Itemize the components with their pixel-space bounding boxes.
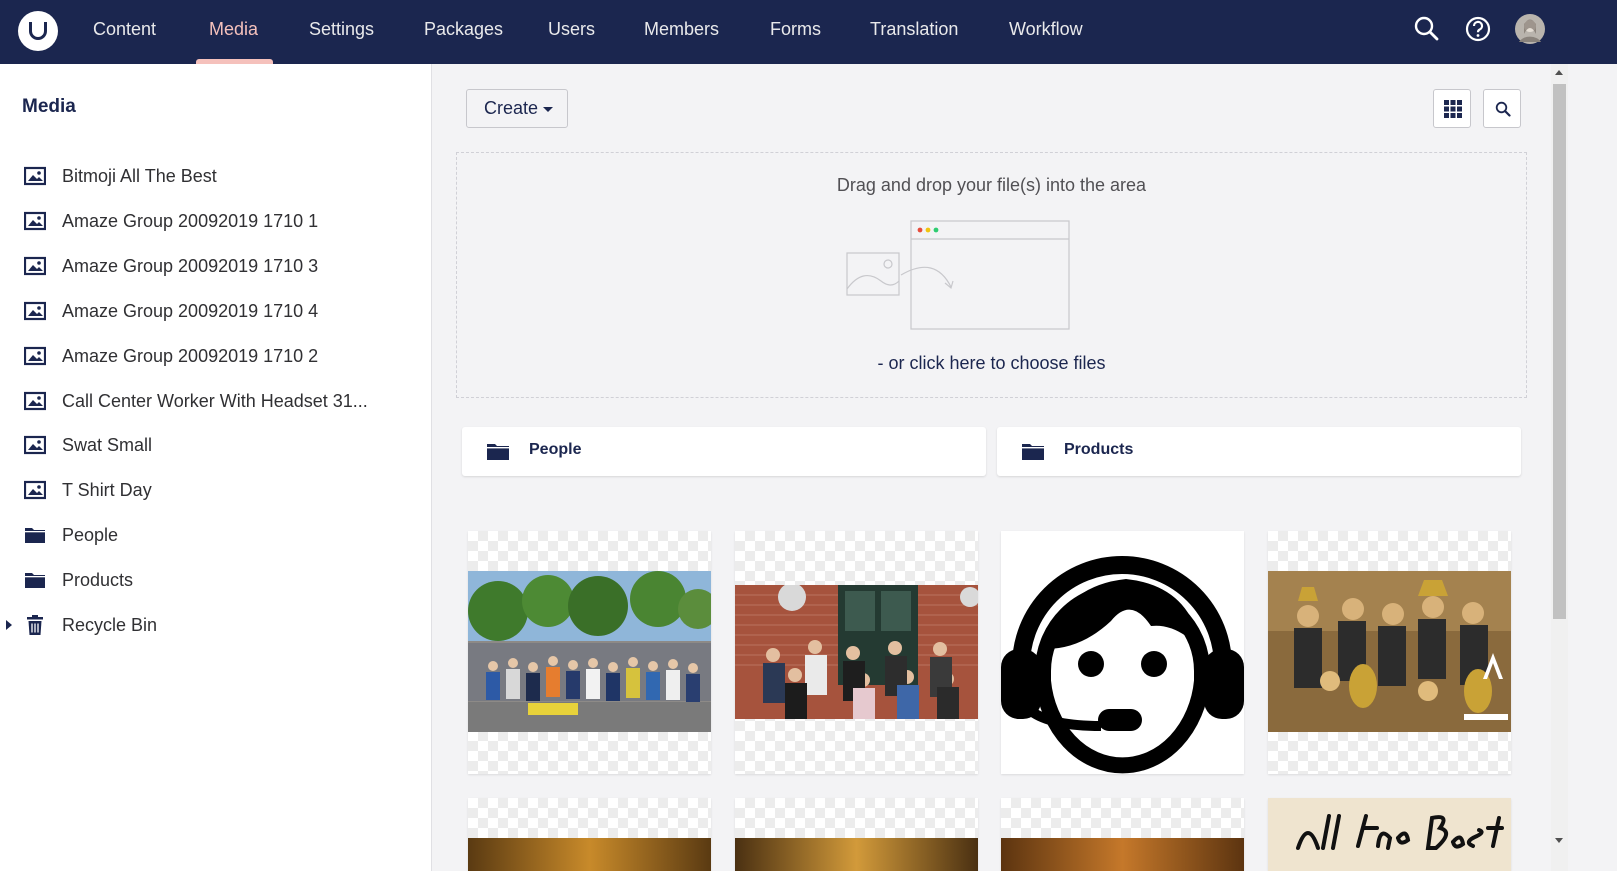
- umbraco-logo[interactable]: [18, 11, 58, 51]
- folder-icon: [1022, 444, 1044, 460]
- media-item-row2-3[interactable]: [1001, 798, 1244, 871]
- image-icon: [24, 346, 46, 365]
- media-item-costume-party[interactable]: [1268, 531, 1511, 774]
- expand-caret-icon[interactable]: [6, 620, 12, 630]
- folder-card-products[interactable]: Products: [997, 427, 1521, 476]
- upload-illustration: [846, 220, 1070, 330]
- grid-icon: [1444, 100, 1462, 118]
- dropzone-instructions: Drag and drop your file(s) into the area: [836, 175, 1147, 195]
- nav-content[interactable]: Content: [93, 0, 156, 64]
- sidebar-item-label: Amaze Group 20092019 1710 3: [62, 255, 319, 276]
- nav-media[interactable]: Media: [209, 0, 258, 64]
- media-item-group-photo[interactable]: [468, 531, 711, 774]
- nav-workflow[interactable]: Workflow: [1009, 0, 1083, 64]
- search-media-button[interactable]: [1483, 89, 1521, 128]
- folder-icon: [25, 528, 45, 544]
- headset-worker-icon: [1001, 556, 1244, 774]
- grid-view-button[interactable]: [1433, 89, 1471, 128]
- image-icon: [24, 481, 46, 500]
- sidebar-item-swat-small[interactable]: Swat Small: [0, 426, 430, 466]
- image-icon: [24, 301, 46, 320]
- image-icon: [24, 391, 46, 410]
- top-navigation: Content Media Settings Packages Users Me…: [0, 0, 1617, 64]
- media-item-all-the-best[interactable]: [1268, 798, 1511, 871]
- sidebar-item-label: T Shirt Day: [62, 480, 152, 501]
- media-item-row2-2[interactable]: [735, 798, 978, 871]
- folder-icon: [25, 573, 45, 589]
- nav-members[interactable]: Members: [644, 0, 719, 64]
- folder-card-people[interactable]: People: [462, 427, 986, 476]
- file-dropzone[interactable]: Drag and drop your file(s) into the area…: [456, 152, 1527, 398]
- search-icon: [1495, 101, 1511, 117]
- sidebar-item-amaze-group-20092019-1710-2[interactable]: Amaze Group 20092019 1710 2: [0, 337, 430, 377]
- group-photo-image: [468, 571, 711, 732]
- caret-down-icon: [543, 107, 553, 112]
- trash-icon: [27, 615, 43, 635]
- sidebar-item-label: People: [62, 525, 119, 546]
- nav-forms[interactable]: Forms: [770, 0, 821, 64]
- nav-settings[interactable]: Settings: [309, 0, 374, 64]
- sidebar-title: Media: [22, 96, 76, 117]
- sidebar-item-label: Call Center Worker With Headset 31...: [62, 390, 368, 411]
- image-thumbnail: [735, 838, 978, 871]
- sidebar-item-amaze-group-20092019-1710-1[interactable]: Amaze Group 20092019 1710 1: [0, 202, 430, 242]
- media-item-team-photo[interactable]: [735, 531, 978, 774]
- sidebar-item-label: Products: [62, 570, 134, 591]
- nav-packages[interactable]: Packages: [424, 0, 503, 64]
- sidebar-item-people[interactable]: People: [0, 516, 430, 556]
- create-button[interactable]: Create: [466, 89, 568, 128]
- folder-icon: [487, 444, 509, 460]
- sidebar-item-label: Bitmoji All The Best: [62, 166, 217, 186]
- sidebar-item-label: Amaze Group 20092019 1710 2: [62, 345, 319, 366]
- scrollbar-thumb[interactable]: [1553, 84, 1566, 619]
- image-thumbnail: [1001, 838, 1244, 871]
- sidebar-item-amaze-group-20092019-1710-4[interactable]: Amaze Group 20092019 1710 4: [0, 292, 430, 332]
- image-icon: [24, 436, 46, 455]
- sidebar-item-label: Amaze Group 20092019 1710 4: [62, 300, 319, 321]
- image-icon: [24, 166, 46, 186]
- scroll-up-arrow-icon[interactable]: [1555, 70, 1563, 75]
- sidebar-item-t-shirt-day[interactable]: T Shirt Day: [0, 471, 430, 511]
- team-photo-image: [735, 585, 978, 719]
- help-icon[interactable]: [1463, 14, 1493, 44]
- all-the-best-image: [1268, 798, 1511, 871]
- sidebar-item-call-center-worker-with-headset-31[interactable]: Call Center Worker With Headset 31...: [0, 382, 430, 422]
- sidebar-item-bitmoji-all-the-best[interactable]: Bitmoji All The Best: [0, 157, 430, 197]
- media-item-row2-1[interactable]: [468, 798, 711, 871]
- media-item-call-center-worker[interactable]: [1001, 531, 1244, 774]
- sidebar-item-amaze-group-20092019-1710-3[interactable]: Amaze Group 20092019 1710 3: [0, 247, 430, 287]
- sidebar-item-label: Amaze Group 20092019 1710 1: [62, 210, 319, 231]
- sidebar-item-products[interactable]: Products: [0, 561, 430, 601]
- costume-photo-image: [1268, 571, 1511, 732]
- image-icon: [24, 211, 46, 230]
- create-button-label: Create: [484, 98, 539, 118]
- folder-label: People: [529, 441, 582, 458]
- folder-label: Products: [1064, 441, 1134, 458]
- nav-translation[interactable]: Translation: [870, 0, 958, 64]
- scroll-down-arrow-icon[interactable]: [1555, 838, 1563, 843]
- choose-files-link[interactable]: - or click here to choose files: [457, 353, 1526, 374]
- nav-users[interactable]: Users: [548, 0, 595, 64]
- sidebar-item-label: Swat Small: [62, 435, 153, 456]
- sidebar-item-label: Recycle Bin: [62, 615, 158, 635]
- logo-u-shape: [29, 22, 47, 40]
- user-avatar[interactable]: [1515, 14, 1545, 44]
- image-icon: [24, 256, 46, 275]
- sidebar-item-recycle-bin[interactable]: Recycle Bin: [0, 606, 430, 646]
- image-thumbnail: [468, 838, 711, 871]
- search-icon[interactable]: [1412, 14, 1442, 44]
